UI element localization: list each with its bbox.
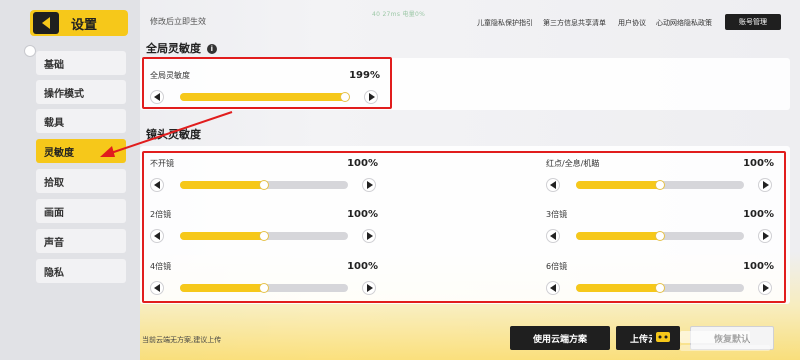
decrease-button[interactable] [150,281,164,295]
slider-label: 2倍镜 [150,210,172,219]
increase-icon [762,284,769,292]
increase-icon [366,232,373,240]
decrease-icon [153,181,160,189]
slider-value: 100% [347,209,378,220]
use-cloud-scheme-button[interactable]: 使用云端方案 [510,326,610,350]
lens-slider-2x: 2倍镜 100% [150,209,378,245]
sidebar-item-sensitivity[interactable]: 灵敏度 [36,139,126,163]
decrease-icon [153,232,160,240]
increase-button[interactable] [362,229,376,243]
slider-value: 100% [743,261,774,272]
slider-value: 100% [743,209,774,220]
decrease-button[interactable] [150,178,164,192]
slider-track[interactable] [576,180,744,190]
lens-slider-3x: 3倍镜 100% [546,209,774,245]
slider-track[interactable] [180,283,348,293]
slider-fill [180,181,264,189]
sidebar-item-pickup[interactable]: 拾取 [36,169,126,193]
apply-notice: 修改后立即生效 [150,17,206,26]
lens-sensitivity-title: 镜头灵敏度 [146,128,201,141]
settings-header: 设置 [30,10,128,36]
sidebar-item-control-mode[interactable]: 操作模式 [36,80,126,104]
account-manage-button[interactable]: 账号管理 [725,14,781,30]
lens-slider-red-dot: 红点/全息/机瞄 100% [546,158,774,194]
slider-label: 3倍镜 [546,210,568,219]
sidebar-item-privacy[interactable]: 隐私 [36,259,126,283]
link-third-party-sharing[interactable]: 第三方信息共享清单 [543,18,606,28]
watermark-logo [652,328,770,351]
increase-icon [366,284,373,292]
link-privacy-policy[interactable]: 心动网络隐私政策 [656,18,712,28]
decrease-button[interactable] [546,281,560,295]
global-sensitivity-title: 全局灵敏度 [146,42,201,55]
increase-button[interactable] [364,90,378,104]
increase-button[interactable] [758,178,772,192]
slider-knob[interactable] [655,283,665,293]
slider-knob[interactable] [259,283,269,293]
sidebar-item-basic[interactable]: 基础 [36,51,126,75]
slider-knob[interactable] [340,92,350,102]
slider-track[interactable] [180,231,348,241]
slider-label: 不开镜 [150,159,174,168]
network-status: 40 27ms 电量0% [372,11,426,18]
increase-icon [762,181,769,189]
slider-label: 4倍镜 [150,262,172,271]
global-sensitivity-heading: 全局灵敏度 i [146,40,217,56]
slider-fill [576,181,660,189]
sidebar: 设置 基础 操作模式 载具 灵敏度 拾取 画面 声音 隐私 [0,0,140,360]
decrease-button[interactable] [546,178,560,192]
increase-button[interactable] [362,281,376,295]
decrease-button[interactable] [546,229,560,243]
decrease-icon [549,284,556,292]
decrease-icon [549,232,556,240]
sidebar-item-vehicle[interactable]: 载具 [36,109,126,133]
decrease-icon [549,181,556,189]
slider-knob[interactable] [655,231,665,241]
slider-knob[interactable] [259,231,269,241]
increase-button[interactable] [758,229,772,243]
slider-track[interactable] [180,92,350,102]
slider-fill [180,93,348,101]
decrease-button[interactable] [150,90,164,104]
slider-value: 100% [347,261,378,272]
settings-title: 设置 [71,17,98,33]
increase-button[interactable] [758,281,772,295]
sidebar-item-sound[interactable]: 声音 [36,229,126,253]
sidebar-handle [24,45,36,57]
back-button[interactable] [33,12,59,34]
decrease-icon [153,284,160,292]
slider-value: 100% [743,158,774,169]
slider-fill [180,284,264,292]
increase-icon [366,181,373,189]
decrease-icon [153,93,160,101]
cloud-status-note: 当前云端无方案,建议上传 [142,336,222,344]
slider-label: 6倍镜 [546,262,568,271]
lens-slider-6x: 6倍镜 100% [546,261,774,297]
sidebar-item-graphics[interactable]: 画面 [36,199,126,223]
slider-fill [576,284,660,292]
decrease-button[interactable] [150,229,164,243]
slider-track[interactable] [576,283,744,293]
slider-label: 全局灵敏度 [150,71,190,80]
increase-icon [368,93,375,101]
slider-knob[interactable] [259,180,269,190]
slider-fill [576,232,660,240]
increase-icon [762,232,769,240]
lens-slider-4x: 4倍镜 100% [150,261,378,297]
global-sensitivity-slider: 全局灵敏度 199% [150,70,380,106]
slider-knob[interactable] [655,180,665,190]
slider-track[interactable] [576,231,744,241]
slider-value: 199% [349,70,380,81]
increase-button[interactable] [362,178,376,192]
link-child-privacy[interactable]: 儿童隐私保护指引 [477,18,533,28]
lens-slider-no-scope: 不开镜 100% [150,158,378,194]
slider-fill [180,232,264,240]
slider-value: 100% [347,158,378,169]
link-user-agreement[interactable]: 用户协议 [618,18,646,28]
slider-label: 红点/全息/机瞄 [546,159,600,168]
back-icon [42,17,50,29]
info-icon[interactable]: i [206,44,217,54]
slider-track[interactable] [180,180,348,190]
